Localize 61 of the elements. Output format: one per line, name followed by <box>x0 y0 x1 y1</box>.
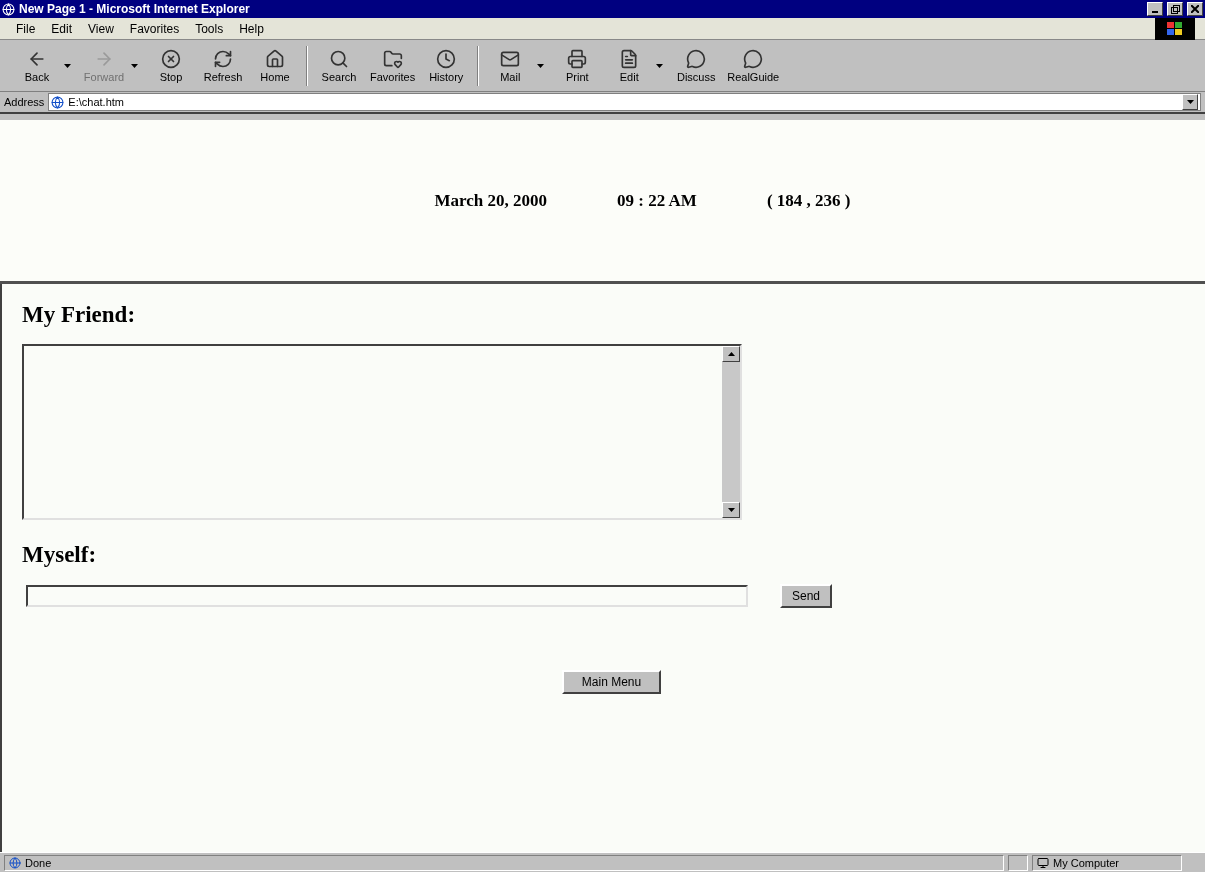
date-text: March 20, 2000 <box>434 190 548 211</box>
toolbar-button[interactable]: Print <box>552 46 603 85</box>
toolbar-button[interactable]: History <box>421 46 472 85</box>
address-field[interactable]: E:\chat.htm <box>48 93 1201 111</box>
speech-bubble-icon <box>743 48 764 69</box>
toolbar-button[interactable]: Back <box>12 46 62 85</box>
page-icon <box>9 856 21 869</box>
time-text: 09 : 22 AM <box>617 190 697 211</box>
toolbar-button[interactable]: Search <box>314 46 364 85</box>
close-button[interactable] <box>1187 2 1203 16</box>
send-button[interactable]: Send <box>780 584 833 608</box>
toolbar-button[interactable]: Mail <box>485 46 536 85</box>
menu-item[interactable]: Favorites <box>123 19 186 38</box>
menu-item[interactable]: Help <box>233 19 270 38</box>
caret-icon[interactable] <box>656 63 664 68</box>
caret-icon[interactable] <box>537 63 545 68</box>
toolbar-button[interactable]: Favorites <box>366 46 420 85</box>
restore-icon <box>1170 4 1180 14</box>
menu-item[interactable]: View <box>82 19 120 38</box>
clock-icon <box>436 48 457 69</box>
up-arrow-icon <box>727 352 735 356</box>
window-title: New Page 1 - Microsoft Internet Explorer <box>19 2 251 16</box>
computer-icon <box>1037 856 1049 869</box>
dropdown-button[interactable] <box>1182 94 1198 110</box>
home-icon <box>265 48 285 69</box>
status-pane <box>1008 854 1028 871</box>
caret-icon[interactable] <box>64 63 71 68</box>
coordinates-text: ( 184 , 236 ) <box>766 190 851 211</box>
down-arrow-icon <box>727 508 735 512</box>
close-icon <box>1191 5 1199 13</box>
scroll-up-button[interactable] <box>722 346 740 362</box>
toolbar-button[interactable]: Home <box>250 46 300 85</box>
status-text: Done <box>25 856 52 869</box>
scroll-down-button[interactable] <box>722 502 740 518</box>
menu-item[interactable]: File <box>10 19 42 38</box>
folder-icon <box>382 48 403 69</box>
toolbar-button[interactable]: Stop <box>146 46 196 85</box>
address-value: E:\chat.htm <box>68 96 124 108</box>
main-menu-button[interactable]: Main Menu <box>561 670 662 694</box>
stop-icon <box>161 48 181 69</box>
address-label: Address <box>4 96 45 108</box>
toolbar-button[interactable]: RealGuide <box>723 46 784 85</box>
printer-icon <box>567 48 588 69</box>
toolbar-button[interactable]: Discuss <box>671 46 722 85</box>
caret-icon <box>1186 100 1194 104</box>
page-icon <box>51 95 65 109</box>
menu-item[interactable]: Edit <box>45 19 79 38</box>
myself-label: Myself: <box>22 542 98 568</box>
toolbar-button[interactable]: Refresh <box>198 46 248 85</box>
friend-label: My Friend: <box>22 302 137 328</box>
zone-text: My Computer <box>1053 856 1120 869</box>
restore-button[interactable] <box>1167 2 1183 16</box>
minimize-button[interactable] <box>1147 2 1163 16</box>
browser-icon <box>2 2 15 16</box>
menu-item[interactable]: Tools <box>189 19 230 38</box>
flag-icon <box>1167 21 1183 36</box>
search-icon <box>329 48 349 69</box>
message-input[interactable] <box>26 585 748 607</box>
refresh-icon <box>213 48 233 69</box>
toolbar-button[interactable]: Edit <box>604 46 655 85</box>
scrollbar[interactable] <box>722 346 740 518</box>
